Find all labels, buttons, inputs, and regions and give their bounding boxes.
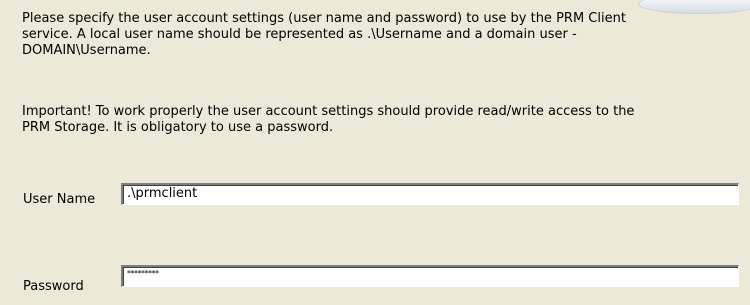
password-label: Password xyxy=(23,279,84,294)
username-label: User Name xyxy=(23,192,96,207)
important-note-text: Important! To work properly the user acc… xyxy=(22,104,635,135)
password-input[interactable]: ********* xyxy=(121,265,739,287)
instructions-text: Please specify the user account settings… xyxy=(22,11,626,58)
username-input[interactable]: .\prmclient xyxy=(121,183,739,205)
